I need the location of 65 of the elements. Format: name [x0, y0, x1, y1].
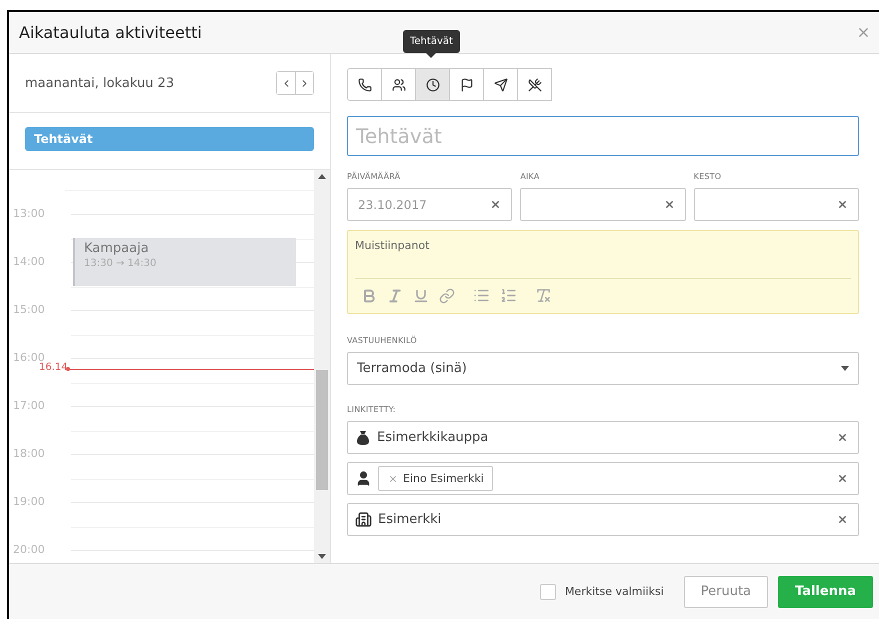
money-bag-icon	[355, 430, 371, 446]
scrollbar[interactable]	[314, 170, 330, 563]
cancel-button[interactable]: Peruuta	[684, 576, 768, 608]
linked-field[interactable]: Esimerkkikauppa	[347, 421, 859, 454]
activity-type-button[interactable]	[415, 68, 450, 101]
activity-type-button[interactable]	[347, 68, 382, 101]
subject-field[interactable]: Tehtävät	[347, 116, 859, 156]
owner-select[interactable]: Terramoda (sinä)	[347, 352, 859, 385]
linked-value: Esimerkkikauppa	[377, 430, 490, 445]
numbered-list-icon[interactable]	[500, 287, 517, 304]
italic-icon[interactable]	[387, 288, 403, 304]
clear-format-icon[interactable]	[535, 287, 552, 304]
checkbox-label: Merkitse valmiiksi	[564, 585, 664, 598]
remove-icon[interactable]	[388, 474, 398, 484]
window-title: Aikatauluta aktiviteetti	[19, 23, 202, 42]
input-field[interactable]	[694, 188, 859, 221]
activity-type-button[interactable]	[449, 68, 484, 101]
phone-icon	[358, 78, 372, 92]
scroll-down-icon[interactable]	[318, 554, 326, 559]
notes-editor[interactable]: Muistiinpanot	[347, 230, 859, 314]
field-value: 23.10.2017	[358, 198, 427, 212]
close-icon[interactable]	[856, 25, 871, 40]
activity-type-button[interactable]	[517, 68, 552, 101]
caret-icon	[841, 366, 849, 371]
event-time: 13:30 → 14:30	[84, 258, 158, 269]
scroll-up-icon[interactable]	[318, 174, 326, 179]
clear-icon[interactable]	[837, 514, 848, 525]
underline-icon[interactable]	[413, 288, 429, 304]
tooltip: Tehtävät	[403, 30, 460, 53]
bullet-list-icon[interactable]	[473, 287, 490, 304]
clear-icon[interactable]	[836, 199, 848, 210]
people-icon	[392, 78, 406, 92]
clock-icon	[426, 78, 440, 92]
clear-icon[interactable]	[664, 199, 675, 210]
field-label: AIKA	[520, 172, 541, 181]
next-day-button[interactable]	[295, 72, 313, 94]
notes-field[interactable]: Muistiinpanot	[355, 239, 851, 278]
activity-type-button[interactable]	[483, 68, 518, 101]
clear-icon[interactable]	[837, 432, 848, 443]
tag-text: Eino Esimerkki	[403, 472, 484, 485]
event-title: Kampaaja	[84, 241, 150, 256]
input-field[interactable]	[520, 188, 686, 221]
current-time-label: 16.14	[39, 362, 68, 373]
field-label: VASTUUHENKILÖ	[347, 336, 418, 345]
bold-icon[interactable]	[361, 288, 377, 304]
field-label: PÄIVÄMÄÄRÄ	[347, 172, 402, 181]
linked-value: Esimerkki	[378, 512, 442, 527]
link-icon[interactable]	[439, 288, 455, 304]
person-tag[interactable]: Eino Esimerkki	[378, 466, 493, 491]
field-label: LINKITETTY:	[347, 405, 397, 414]
person-icon	[355, 470, 372, 487]
utensils-icon	[528, 78, 542, 92]
scroll-thumb[interactable]	[316, 370, 328, 490]
tooltip-pointer-icon	[426, 53, 436, 58]
building-icon	[355, 511, 372, 528]
activity-type-button[interactable]	[381, 68, 416, 101]
done-checkbox[interactable]	[540, 584, 556, 600]
clear-icon[interactable]	[490, 199, 502, 210]
linked-field[interactable]: Eino Esimerkki	[347, 462, 859, 495]
linked-field[interactable]: Esimerkki	[347, 503, 859, 536]
field-label: KESTO	[694, 172, 722, 181]
clear-icon[interactable]	[837, 473, 848, 484]
flag-icon	[460, 78, 474, 92]
calendar-date: maanantai, lokakuu 23	[25, 76, 174, 90]
send-icon	[494, 78, 508, 92]
